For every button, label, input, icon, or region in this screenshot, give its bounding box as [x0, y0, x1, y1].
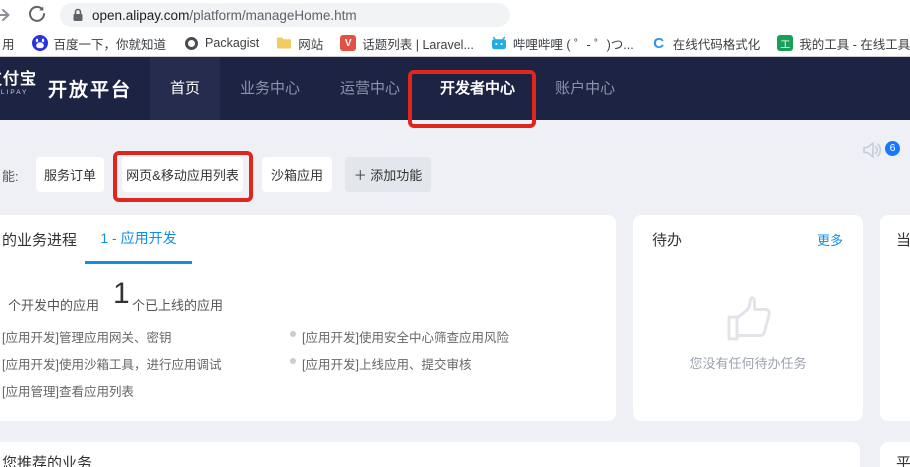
lock-icon [72, 8, 84, 22]
packagist-icon [183, 35, 199, 51]
side-card-clipped: 当 [880, 215, 910, 421]
bookmark-code-format[interactable]: C 在线代码格式化 [651, 34, 761, 53]
folder-icon [276, 35, 292, 51]
task-item: [应用开发]使用沙箱工具，进行应用调试 [2, 354, 221, 373]
bookmark-clipped[interactable]: 用 [2, 34, 15, 53]
address-bar[interactable]: open.alipay.com /platform/manageHome.htm [60, 3, 510, 27]
quickbar-label: 能: [2, 166, 19, 185]
tab-app-development[interactable]: 1 - 应用开发 [85, 228, 192, 264]
bookmark-topics[interactable]: V 话题列表 | Laravel... [340, 34, 474, 53]
todo-card: 待办 更多 您没有任何待办任务 [633, 215, 863, 421]
bookmark-folder[interactable]: 网站 [276, 34, 323, 53]
notification-badge: 6 [885, 141, 900, 156]
speaker-icon [862, 141, 883, 159]
topics-icon: V [340, 35, 356, 51]
brand-title[interactable]: 开放平台 [48, 75, 132, 102]
nav-item-business-center[interactable]: 业务中心 [220, 57, 320, 120]
nav-item-home[interactable]: 首页 [150, 57, 220, 120]
browser-toolbar: open.alipay.com /platform/manageHome.htm [0, 0, 910, 30]
bilibili-icon [491, 35, 507, 51]
task-item: [应用开发]管理应用网关、密钥 [2, 327, 171, 346]
business-progress-card: 的业务进程 1 - 应用开发 2 个开发中的应用 1 个已上线的应用 [应用开发… [0, 215, 616, 421]
bookmark-bilibili[interactable]: 哔哩哔哩 ( ゜- ゜)つ... [491, 34, 634, 53]
bookmark-baidu[interactable]: 百度一下，你就知道 [32, 34, 167, 53]
bookmarks-bar: 用 百度一下，你就知道 Packagist 网站 V 话 [0, 30, 910, 57]
tools-icon: 工 [777, 35, 793, 51]
nav-item-account-center[interactable]: 账户中心 [535, 57, 635, 120]
bottom-side-card-title: 平 [896, 452, 910, 467]
url-host: open.alipay.com [92, 8, 189, 23]
bottom-side-card-clipped: 平 [880, 442, 910, 467]
forward-icon[interactable] [0, 5, 12, 25]
task-item: [应用开发]使用安全中心筛查应用风险 [302, 327, 509, 346]
bullet-dot-icon [290, 331, 296, 337]
task-item: [应用开发]上线应用、提交审核 [302, 354, 471, 373]
bookmark-packagist[interactable]: Packagist [183, 35, 259, 51]
url-path: /platform/manageHome.htm [189, 8, 356, 23]
bullet-dot-icon [290, 358, 296, 364]
todo-more-link[interactable]: 更多 [817, 230, 843, 249]
alipay-logo[interactable]: 支付宝 ALIPAY [0, 71, 37, 96]
stat-developing-count: 2 [0, 277, 1, 311]
stat-developing-label: 个开发中的应用 [8, 295, 99, 314]
reload-icon[interactable] [28, 5, 46, 23]
notification-control[interactable]: 6 [862, 141, 900, 159]
add-function-button[interactable]: ＋ 添加功能 [345, 157, 431, 192]
service-orders-button[interactable]: 服务订单 [36, 157, 104, 192]
thumbs-up-icon [721, 291, 775, 347]
bookmark-my-tools[interactable]: 工 我的工具 - 在线工具 [777, 34, 910, 53]
browser-window: open.alipay.com /platform/manageHome.htm… [0, 0, 910, 467]
todo-card-title: 待办 [652, 229, 682, 250]
nav-menu: 首页 业务中心 运营中心 开发者中心 账户中心 [150, 57, 635, 120]
todo-empty-text: 您没有任何待办任务 [633, 353, 863, 372]
baidu-icon [32, 35, 48, 51]
recommended-business-card: 您推荐的业务 [0, 442, 860, 467]
side-card-title: 当 [896, 229, 910, 250]
stat-online-label: 个已上线的应用 [132, 295, 223, 314]
stat-online-count: 1 [113, 277, 130, 311]
sandbox-app-button[interactable]: 沙箱应用 [262, 157, 332, 192]
nav-item-operation-center[interactable]: 运营中心 [320, 57, 420, 120]
progress-card-title: 的业务进程 [2, 229, 77, 250]
task-item: [应用管理]查看应用列表 [2, 381, 134, 400]
highlight-box-developer-center [408, 70, 536, 128]
code-format-icon: C [651, 35, 667, 51]
recommended-business-title: 您推荐的业务 [2, 452, 92, 467]
highlight-box-app-list [113, 151, 253, 202]
